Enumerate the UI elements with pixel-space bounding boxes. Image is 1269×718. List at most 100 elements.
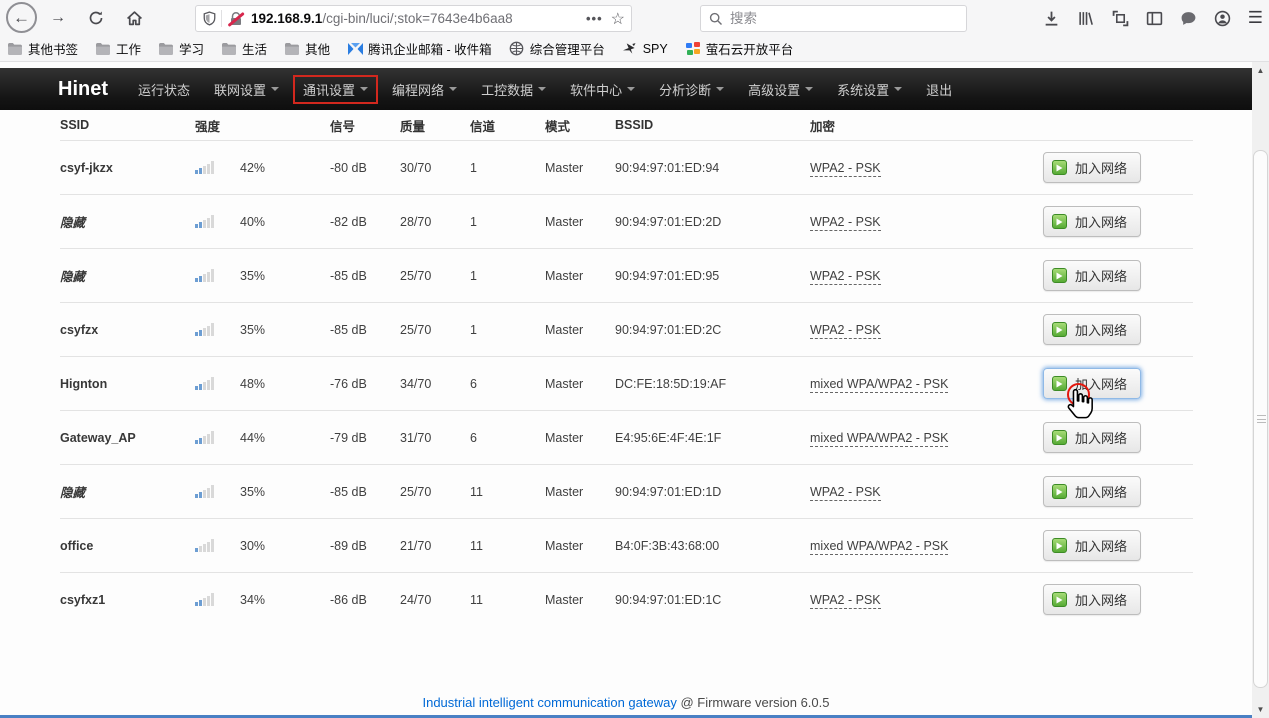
- signal-bars-icon: [195, 377, 240, 390]
- cell-channel: 1: [470, 161, 545, 175]
- bookmark-item[interactable]: 工作: [95, 39, 141, 58]
- bookmarks-bar: 其他书签 工作 学习 生活 其他 腾讯企业邮箱 - 收件箱 综合管理平台 SPY…: [0, 36, 1269, 62]
- bookmark-item[interactable]: 其他书签: [7, 39, 78, 58]
- nav-item-运行状态[interactable]: 运行状态: [126, 75, 202, 104]
- join-network-button[interactable]: 加入网络: [1043, 206, 1141, 237]
- signal-bars-icon: [195, 269, 240, 282]
- bookmark-item[interactable]: 综合管理平台: [509, 39, 605, 58]
- cell-channel: 1: [470, 323, 545, 337]
- cell-encryption: WPA2 - PSK: [810, 269, 881, 285]
- tencent-mail-icon: [347, 41, 363, 57]
- cell-strength: 40%: [240, 215, 265, 229]
- nav-item-label: 通讯设置: [303, 80, 355, 99]
- cell-quality: 25/70: [400, 269, 470, 283]
- account-icon[interactable]: [1214, 10, 1231, 27]
- header-bssid: BSSID: [615, 118, 810, 132]
- chevron-down-icon: [360, 87, 368, 91]
- join-network-button[interactable]: 加入网络: [1043, 584, 1141, 615]
- chat-bubble-icon[interactable]: [1180, 10, 1197, 27]
- footer-gateway-link[interactable]: Industrial intelligent communication gat…: [422, 695, 676, 710]
- join-network-button[interactable]: 加入网络: [1043, 260, 1141, 291]
- bookmark-item[interactable]: 腾讯企业邮箱 - 收件箱: [347, 39, 492, 58]
- cell-mode: Master: [545, 215, 615, 229]
- cell-mode: Master: [545, 431, 615, 445]
- search-input[interactable]: [730, 11, 958, 26]
- folder-icon: [7, 41, 23, 57]
- nav-item-高级设置[interactable]: 高级设置: [736, 75, 825, 104]
- url-host: 192.168.9.1: [251, 11, 322, 26]
- bookmark-label: 其他书签: [28, 39, 78, 58]
- cell-signal: -79 dB: [330, 431, 400, 445]
- page-footer: Industrial intelligent communication gat…: [0, 695, 1252, 710]
- screenshot-icon[interactable]: [1112, 10, 1129, 27]
- table-header-row: SSID 强度 信号 质量 信道 模式 BSSID 加密: [60, 110, 1193, 140]
- signal-bars-icon: [195, 593, 240, 606]
- header-ssid: SSID: [60, 118, 195, 132]
- nav-item-退出[interactable]: 退出: [914, 75, 964, 104]
- folder-icon: [284, 41, 300, 57]
- cell-signal: -85 dB: [330, 323, 400, 337]
- search-bar[interactable]: [700, 5, 967, 32]
- scroll-up-icon[interactable]: ▲: [1252, 63, 1269, 78]
- bookmark-item[interactable]: SPY: [622, 41, 668, 57]
- cell-channel: 11: [470, 539, 545, 553]
- join-network-button[interactable]: 加入网络: [1043, 422, 1141, 453]
- nav-item-系统设置[interactable]: 系统设置: [825, 75, 914, 104]
- bookmark-label: 其他: [305, 39, 330, 58]
- signal-bars-icon: [195, 323, 240, 336]
- play-icon: [1052, 430, 1067, 445]
- home-icon[interactable]: [124, 8, 144, 28]
- sidebar-toggle-icon[interactable]: [1146, 10, 1163, 27]
- nav-item-分析诊断[interactable]: 分析诊断: [647, 75, 736, 104]
- back-button[interactable]: ←: [6, 2, 37, 33]
- play-icon: [1052, 214, 1067, 229]
- urlbar-divider: [221, 10, 222, 27]
- scroll-down-icon[interactable]: ▼: [1252, 702, 1269, 717]
- cell-strength: 35%: [240, 323, 265, 337]
- cell-encryption: WPA2 - PSK: [810, 323, 881, 339]
- hand-cursor-icon: [1061, 386, 1095, 420]
- cell-bssid: E4:95:6E:4F:4E:1F: [615, 431, 810, 445]
- bookmark-label: 腾讯企业邮箱 - 收件箱: [368, 39, 492, 58]
- url-bar[interactable]: 192.168.9.1/cgi-bin/luci/;stok=7643e4b6a…: [195, 5, 632, 32]
- chevron-down-icon: [627, 87, 635, 91]
- chevron-down-icon: [894, 87, 902, 91]
- join-network-button[interactable]: 加入网络: [1043, 530, 1141, 561]
- reload-icon[interactable]: [86, 8, 106, 28]
- vertical-scrollbar[interactable]: ▲ ▼: [1252, 62, 1269, 718]
- insecure-lock-icon[interactable]: [228, 11, 244, 27]
- cell-quality: 31/70: [400, 431, 470, 445]
- downloads-icon[interactable]: [1043, 10, 1060, 27]
- bookmark-item[interactable]: 生活: [221, 39, 267, 58]
- play-icon: [1052, 484, 1067, 499]
- bookmark-item[interactable]: 学习: [158, 39, 204, 58]
- bookmark-label: SPY: [643, 42, 668, 56]
- scrollbar-thumb[interactable]: [1253, 150, 1268, 688]
- brand-logo[interactable]: Hinet: [58, 78, 108, 101]
- cell-bssid: DC:FE:18:5D:19:AF: [615, 377, 810, 391]
- forward-button[interactable]: →: [48, 8, 68, 28]
- nav-item-工控数据[interactable]: 工控数据: [469, 75, 558, 104]
- cell-mode: Master: [545, 377, 615, 391]
- bookmark-item[interactable]: 其他: [284, 39, 330, 58]
- bookmark-item[interactable]: 萤石云开放平台: [685, 39, 794, 58]
- join-button-label: 加入网络: [1075, 536, 1127, 555]
- join-network-button[interactable]: 加入网络: [1043, 314, 1141, 345]
- page-actions-icon[interactable]: •••: [586, 11, 603, 26]
- nav-item-通讯设置[interactable]: 通讯设置: [293, 75, 378, 104]
- cell-bssid: B4:0F:3B:43:68:00: [615, 539, 810, 553]
- library-icon[interactable]: [1077, 10, 1095, 27]
- nav-item-软件中心[interactable]: 软件中心: [558, 75, 647, 104]
- join-network-button[interactable]: 加入网络: [1043, 476, 1141, 507]
- cell-quality: 28/70: [400, 215, 470, 229]
- bookmark-star-icon[interactable]: ☆: [611, 9, 625, 29]
- tracking-shield-icon[interactable]: [202, 11, 217, 26]
- cell-signal: -89 dB: [330, 539, 400, 553]
- join-network-button[interactable]: 加入网络: [1043, 152, 1141, 183]
- bookmark-label: 学习: [179, 39, 204, 58]
- nav-item-联网设置[interactable]: 联网设置: [202, 75, 291, 104]
- menu-icon[interactable]: ☰: [1248, 8, 1263, 28]
- cell-encryption: WPA2 - PSK: [810, 215, 881, 231]
- cell-ssid: 隐藏: [60, 266, 195, 285]
- nav-item-编程网络[interactable]: 编程网络: [380, 75, 469, 104]
